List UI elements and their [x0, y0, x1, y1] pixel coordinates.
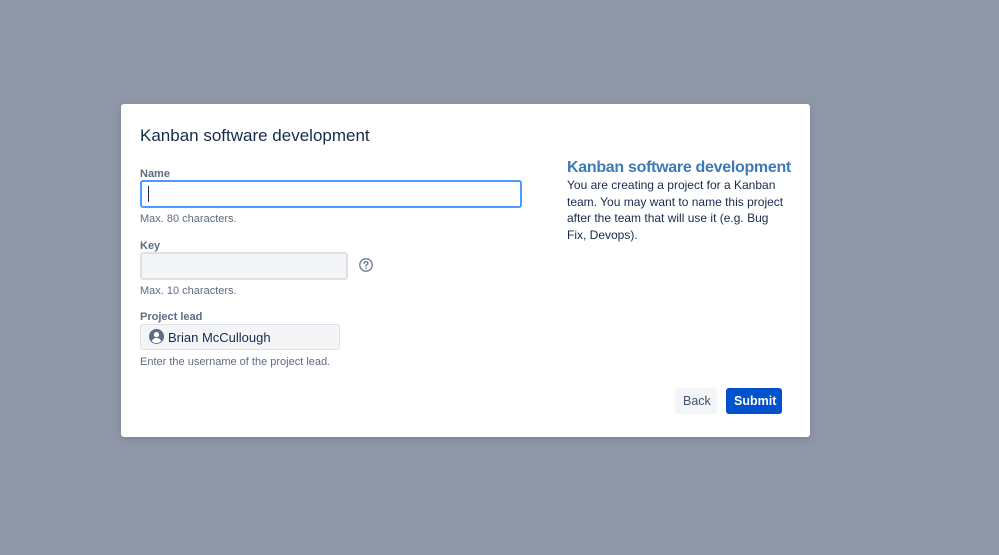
- project-lead-value: Brian McCullough: [168, 330, 271, 345]
- project-lead-label: Project lead: [140, 311, 203, 323]
- project-lead-hint: Enter the username of the project lead.: [140, 356, 331, 368]
- key-input[interactable]: [140, 252, 348, 280]
- name-label: Name: [140, 168, 170, 180]
- back-button[interactable]: Back: [675, 388, 717, 414]
- name-input[interactable]: [140, 180, 522, 208]
- user-avatar-icon: [149, 329, 164, 344]
- submit-button[interactable]: Submit: [726, 388, 782, 414]
- key-hint: Max. 10 characters.: [140, 285, 237, 297]
- create-project-dialog: Kanban software development Name Max. 80…: [121, 104, 810, 437]
- template-info-title: Kanban software development: [567, 159, 791, 176]
- dialog-title: Kanban software development: [140, 126, 370, 145]
- template-info-description: You are creating a project for a Kanban …: [567, 178, 784, 242]
- project-lead-picker[interactable]: Brian McCullough: [140, 324, 340, 350]
- help-circle-icon[interactable]: [359, 258, 373, 272]
- key-label: Key: [140, 240, 161, 252]
- name-hint: Max. 80 characters.: [140, 213, 237, 225]
- text-caret: [148, 186, 149, 202]
